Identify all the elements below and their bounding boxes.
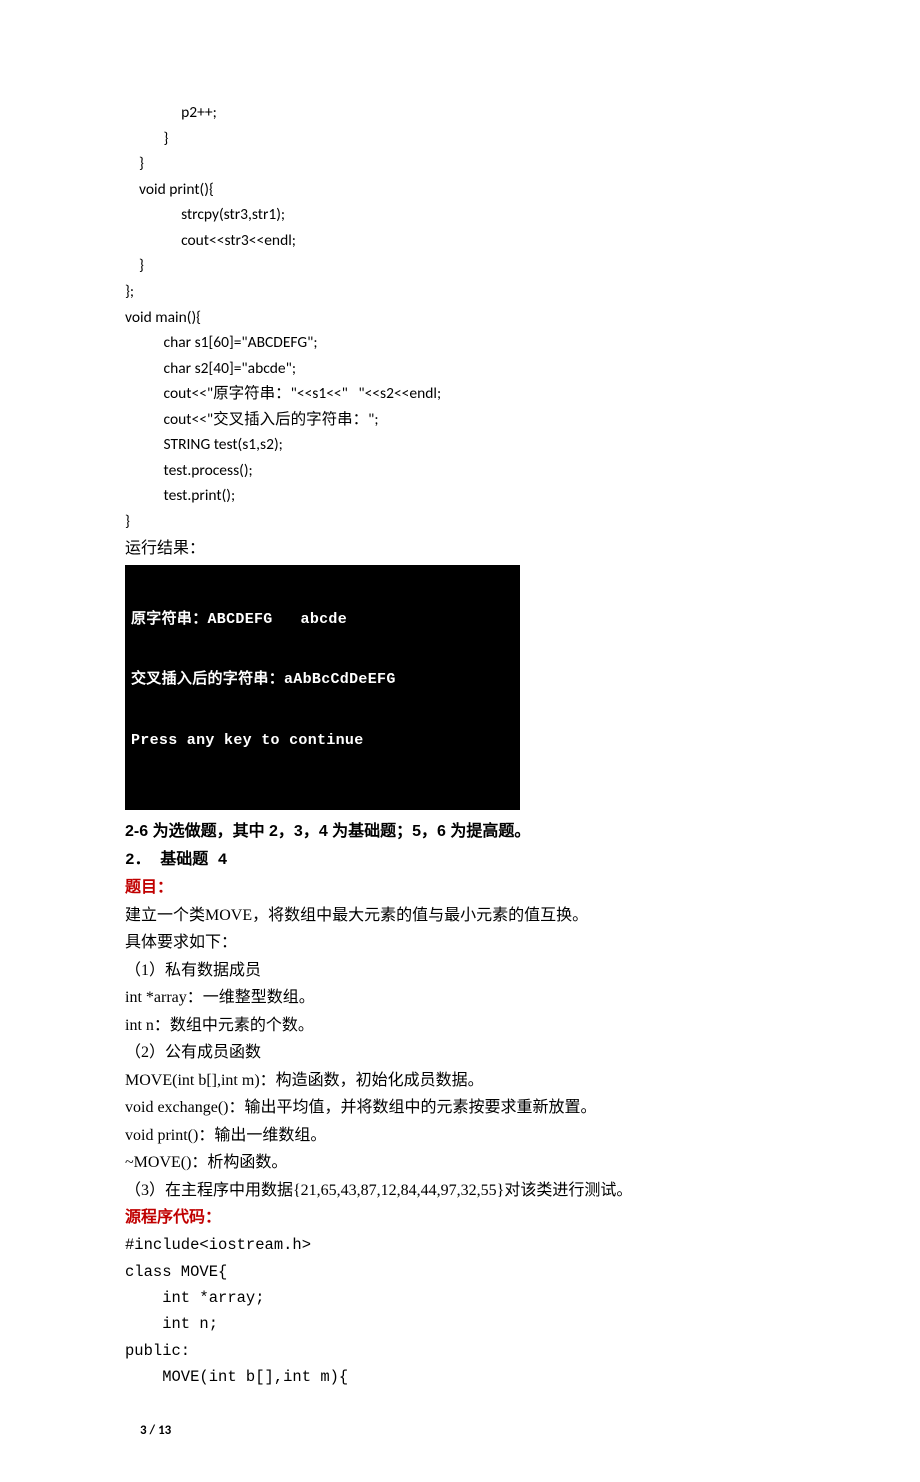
console-line: 交叉插入后的字符串：aAbBcCdDeEFG: [131, 670, 514, 690]
code-line: int n;: [125, 1311, 820, 1337]
code-line: public:: [125, 1338, 820, 1364]
code-line: void print(){: [125, 177, 820, 203]
console-output: 原字符串：ABCDEFG abcde 交叉插入后的字符串：aAbBcCdDeEF…: [125, 565, 520, 810]
console-line: Press any key to continue: [131, 731, 514, 751]
code-line: strcpy(str3,str1);: [125, 202, 820, 228]
code-line: void main(){: [125, 305, 820, 331]
desc-line: 建立一个类MOVE，将数组中最大元素的值与最小元素的值互换。: [125, 902, 820, 930]
code-line: p2++;: [125, 100, 820, 126]
desc-line: void print()：输出一维数组。: [125, 1122, 820, 1150]
run-result-label: 运行结果：: [125, 535, 820, 563]
code-line: cout<<"原字符串："<<s1<<" "<<s2<<endl;: [125, 381, 820, 407]
code-line: #include<iostream.h>: [125, 1232, 820, 1258]
code-line: }: [125, 126, 820, 152]
source-code-label: 源程序代码：: [125, 1204, 820, 1232]
page-total: 13: [158, 1423, 171, 1438]
problem-title-label: 题目：: [125, 874, 820, 902]
console-line: 原字符串：ABCDEFG abcde: [131, 610, 514, 630]
desc-line: ~MOVE()：析构函数。: [125, 1149, 820, 1177]
code-line: class MOVE{: [125, 1259, 820, 1285]
code-line: }: [125, 509, 820, 535]
desc-line: int n：数组中元素的个数。: [125, 1012, 820, 1040]
code-line: char s1[60]="ABCDEFG";: [125, 330, 820, 356]
page-footer: 3 / 13: [125, 1420, 820, 1441]
code-line: test.process();: [125, 458, 820, 484]
desc-line: void exchange()：输出平均值，并将数组中的元素按要求重新放置。: [125, 1094, 820, 1122]
code-block-top: p2++; } } void print(){ strcpy(str3,str1…: [125, 100, 820, 535]
desc-line: （3）在主程序中用数据{21,65,43,87,12,84,44,97,32,5…: [125, 1177, 820, 1205]
desc-line: int *array：一维整型数组。: [125, 984, 820, 1012]
code-line: }: [125, 151, 820, 177]
question-number-heading: 2． 基础题 4: [125, 846, 820, 874]
desc-line: （1）私有数据成员: [125, 957, 820, 985]
selection-heading: 2-6 为选做题，其中 2，3，4 为基础题；5，6 为提高题。: [125, 818, 820, 846]
code-line: };: [125, 279, 820, 305]
code-line: int *array;: [125, 1285, 820, 1311]
code-line: cout<<str3<<endl;: [125, 228, 820, 254]
code-line: test.print();: [125, 483, 820, 509]
code-line: STRING test(s1,s2);: [125, 432, 820, 458]
page-current: 3: [140, 1423, 147, 1438]
code-line: cout<<"交叉插入后的字符串：";: [125, 407, 820, 433]
code-line: char s2[40]="abcde";: [125, 356, 820, 382]
desc-line: MOVE(int b[],int m)：构造函数，初始化成员数据。: [125, 1067, 820, 1095]
code-line: MOVE(int b[],int m){: [125, 1364, 820, 1390]
code-block-bottom: #include<iostream.h> class MOVE{ int *ar…: [125, 1232, 820, 1390]
q2-text: 2． 基础题 4: [125, 851, 227, 869]
page-sep: /: [147, 1423, 158, 1438]
desc-line: 具体要求如下：: [125, 929, 820, 957]
desc-line: （2）公有成员函数: [125, 1039, 820, 1067]
code-line: }: [125, 253, 820, 279]
